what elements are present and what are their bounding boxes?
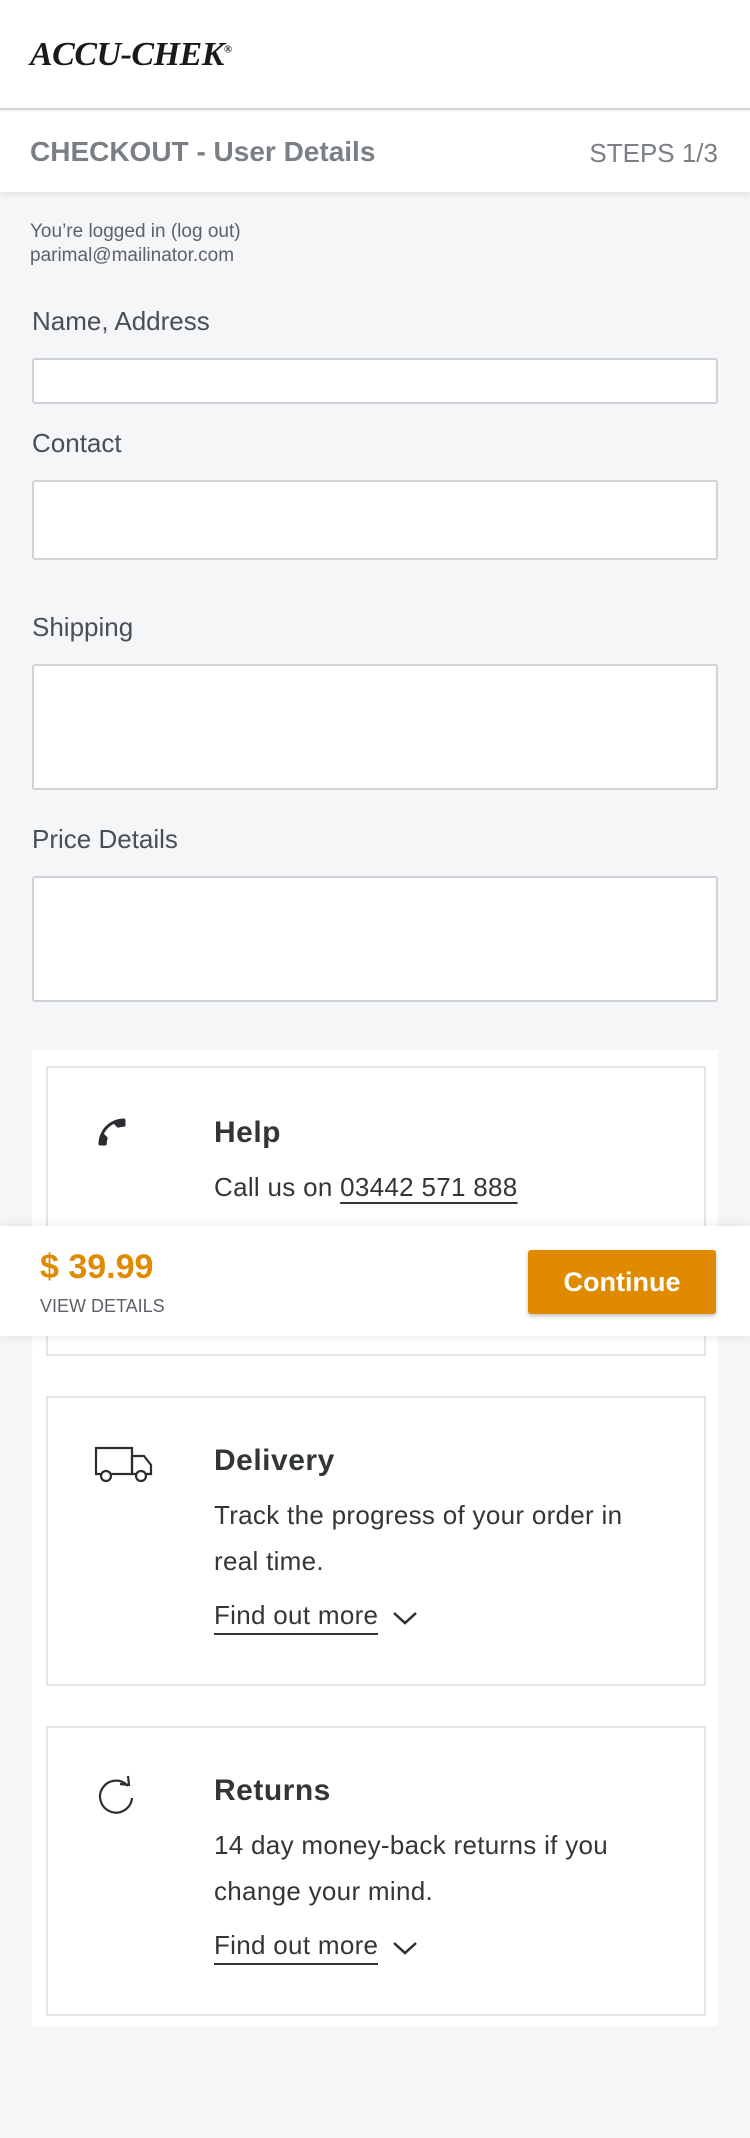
help-call-prefix: Call us on: [214, 1172, 341, 1202]
returns-title: Returns: [214, 1774, 331, 1807]
total-price: $ 39.99: [40, 1248, 154, 1286]
name-address-box[interactable]: [32, 358, 718, 404]
returns-text: 14 day money-back returns if you change …: [214, 1830, 609, 1906]
view-details-link[interactable]: VIEW DETAILS: [40, 1296, 165, 1317]
refresh-icon: [94, 1774, 138, 1823]
section-label-shipping: Shipping: [32, 612, 134, 642]
site-header: ACCU-CHEK®: [0, 0, 750, 110]
delivery-card: Delivery Track the progress of your orde…: [46, 1396, 706, 1686]
help-text: Call us on 03442 571 888: [214, 1164, 674, 1210]
returns-find-out-more-label: Find out more: [214, 1930, 379, 1965]
page-title: CHECKOUT - User Details: [30, 136, 376, 167]
price-details-box[interactable]: [32, 876, 718, 1002]
help-title: Help: [214, 1116, 282, 1149]
steps-indicator: STEPS 1/3: [589, 138, 718, 168]
section-label-contact: Contact: [32, 428, 122, 458]
logo-text: ACCU-CHEK: [30, 36, 224, 73]
login-text[interactable]: You’re logged in (log out): [30, 220, 241, 244]
section-label-name-address: Name, Address: [32, 306, 210, 336]
returns-find-out-more-link[interactable]: Find out more: [214, 1930, 418, 1965]
chevron-down-icon: [392, 1932, 418, 1963]
logo-registered-mark: ®: [223, 43, 232, 56]
login-status: You’re logged in (log out) parimal@maili…: [30, 220, 241, 268]
truck-icon: [94, 1444, 154, 1489]
accu-chek-logo[interactable]: ACCU-CHEK®: [30, 36, 232, 74]
delivery-text: Track the progress of your order in real…: [214, 1500, 623, 1576]
section-label-price-details: Price Details: [32, 824, 178, 854]
help-phone-link[interactable]: 03442 571 888: [340, 1172, 517, 1202]
price-bar: $ 39.99 VIEW DETAILS Continue: [0, 1226, 750, 1336]
contact-box[interactable]: [32, 480, 718, 560]
info-panel: Help Call us on 03442 571 888 Delivery T…: [32, 1050, 718, 2026]
phone-icon: [94, 1114, 130, 1155]
shipping-box[interactable]: [32, 664, 718, 790]
user-email: parimal@mailinator.com: [30, 245, 235, 266]
returns-card: Returns 14 day money-back returns if you…: [46, 1726, 706, 2016]
chevron-down-icon: [392, 1602, 418, 1633]
delivery-find-out-more-link[interactable]: Find out more: [214, 1600, 418, 1635]
delivery-title: Delivery: [214, 1444, 335, 1477]
checkout-header: CHECKOUT - User Details STEPS 1/3: [0, 112, 750, 192]
continue-button[interactable]: Continue: [528, 1250, 716, 1314]
delivery-find-out-more-label: Find out more: [214, 1600, 379, 1635]
